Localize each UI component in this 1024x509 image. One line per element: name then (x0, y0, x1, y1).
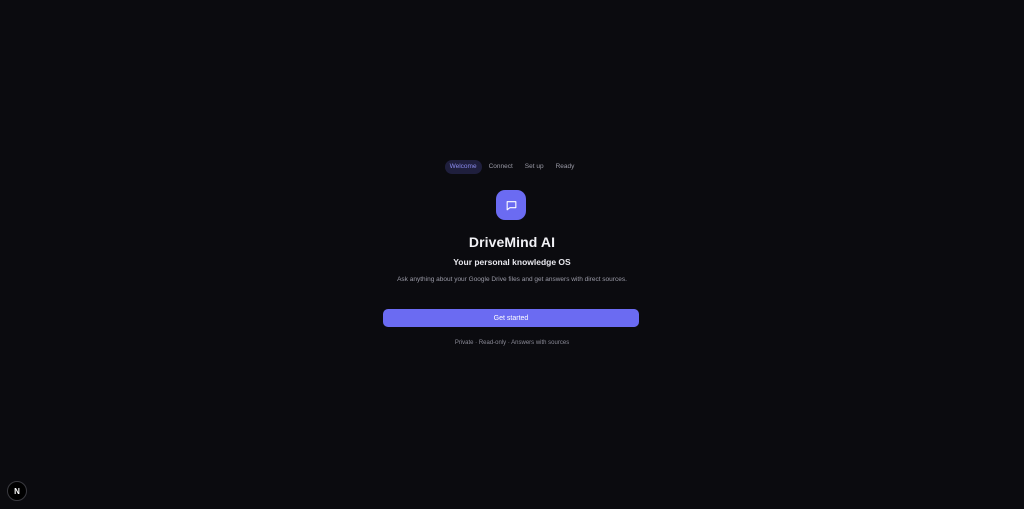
nextjs-icon: N (14, 486, 20, 496)
onboarding-stepper: Welcome Connect Set up Ready (0, 160, 1024, 174)
step-connect[interactable]: Connect (484, 160, 518, 174)
trust-footnote: Private · Read-only · Answers with sourc… (454, 340, 570, 346)
app-subtitle: Your personal knowledge OS (453, 257, 571, 267)
get-started-button[interactable]: Get started (383, 309, 639, 327)
app-title: DriveMind AI (468, 234, 556, 250)
nextjs-dev-badge[interactable]: N (7, 481, 27, 501)
step-welcome[interactable]: Welcome (444, 160, 482, 174)
step-set-up[interactable]: Set up (520, 160, 549, 174)
step-ready[interactable]: Ready (551, 160, 580, 174)
onboarding-page: Welcome Connect Set up Ready DriveMind A… (0, 0, 1024, 509)
app-description: Ask anything about your Google Drive fil… (397, 276, 627, 283)
chat-bubble-icon (506, 200, 516, 210)
app-logo (496, 190, 526, 220)
